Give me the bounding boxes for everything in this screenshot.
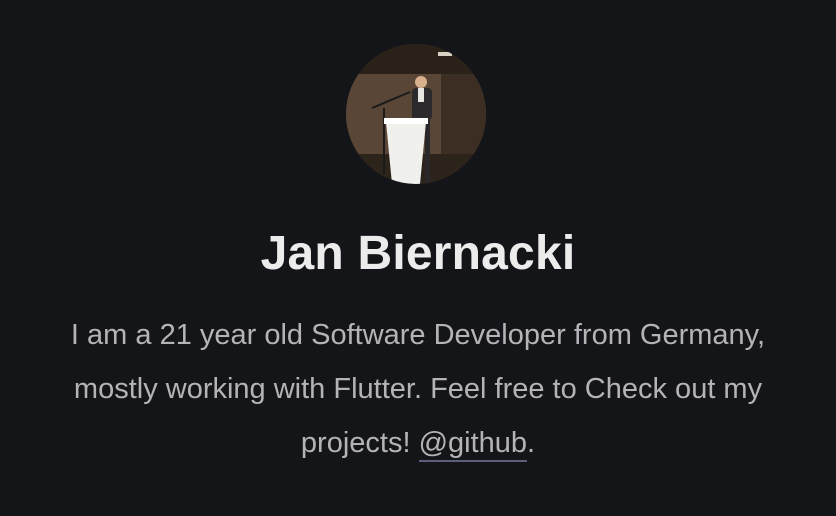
profile-name: Jan Biernacki <box>260 227 576 280</box>
bio-line-1: I am a 21 year old Software Developer fr… <box>70 319 766 351</box>
bio-line-2: mostly working with Flutter. Feel free t… <box>73 373 763 405</box>
profile-bio: I am a 21 year old Software Developer fr… <box>20 308 816 470</box>
avatar-photo <box>346 44 486 184</box>
bio-line-3-suffix: . <box>527 427 536 459</box>
bio-line-3-prefix: projects! <box>300 427 419 459</box>
profile-section: Jan Biernacki I am a 21 year old Softwar… <box>0 0 836 516</box>
github-link[interactable]: @github <box>418 427 528 462</box>
bio-line-3: projects! @github. <box>20 416 816 470</box>
avatar <box>346 44 486 184</box>
